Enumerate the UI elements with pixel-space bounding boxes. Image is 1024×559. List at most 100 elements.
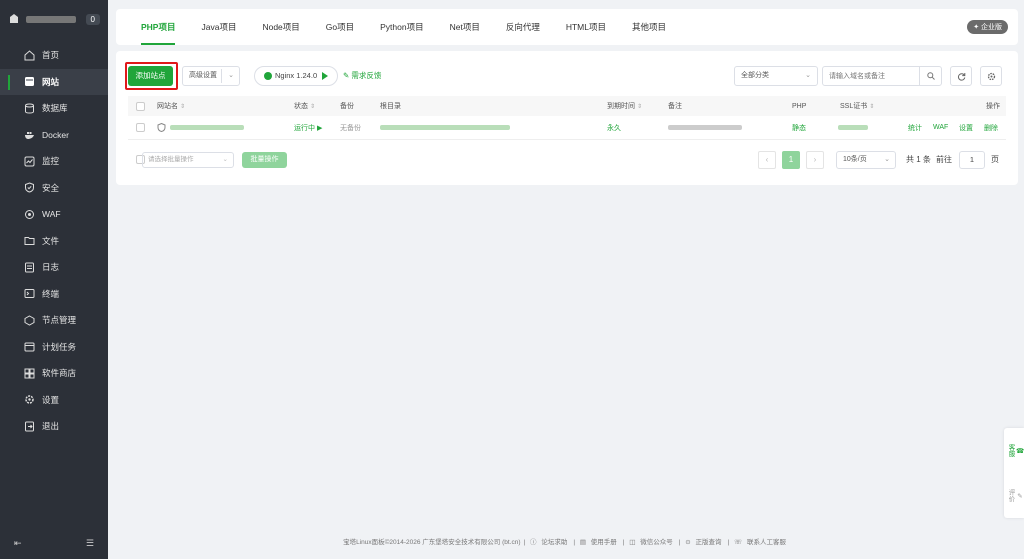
search-icon[interactable] (919, 67, 941, 85)
col-ssl[interactable]: SSL证书 ⇕ (840, 96, 874, 116)
ssl-link[interactable] (838, 116, 868, 139)
sidebar-item-logout[interactable]: 退出 (0, 413, 108, 440)
stats-link[interactable]: 统计 (908, 116, 922, 139)
delete-link[interactable]: 删除 (984, 116, 998, 139)
shield-icon (24, 182, 35, 193)
sidebar-item-security[interactable]: 安全 (0, 175, 108, 202)
tab-python[interactable]: Python项目 (367, 9, 436, 45)
sort-icon: ⇕ (637, 103, 643, 110)
nginx-version: Nginx 1.24.0 (275, 71, 318, 80)
tab-node[interactable]: Node项目 (249, 9, 312, 45)
batch-operation-button[interactable]: 批量操作 (242, 152, 287, 168)
sidebar-item-label: 退出 (42, 421, 60, 432)
sidebar-item-website[interactable]: 网站 (0, 68, 108, 95)
wechat-link-label: 微信公众号 (640, 539, 673, 546)
wechat-link[interactable]: ◫ 微信公众号 (629, 539, 675, 546)
backup-link[interactable]: 无备份 (340, 116, 361, 139)
waf-shield-icon[interactable] (157, 116, 166, 139)
col-status[interactable]: 状态 ⇕ (294, 96, 315, 116)
php-version-link[interactable]: 静态 (792, 116, 806, 139)
expire-link[interactable]: 永久 (607, 116, 621, 139)
search-box (822, 66, 942, 86)
edition-badge[interactable]: ✦ 企业版 (967, 20, 1008, 34)
sidebar-item-nodes[interactable]: 节点管理 (0, 307, 108, 334)
logout-icon (24, 421, 35, 432)
col-root: 根目录 (380, 103, 401, 110)
sidebar-item-logs[interactable]: 日志 (0, 254, 108, 281)
root-dir-link[interactable] (380, 116, 510, 139)
feedback-link[interactable]: ✎ 需求反馈 (343, 66, 381, 86)
feedback-icon: ✎ (343, 71, 350, 80)
site-domain-link[interactable] (170, 116, 244, 139)
sort-icon: ⇕ (869, 103, 875, 110)
gear-icon (987, 72, 995, 80)
select-all-checkbox[interactable] (136, 96, 145, 116)
play-icon (322, 72, 328, 80)
batch-select-placeholder: 请选择批量操作 (148, 156, 194, 163)
license-link[interactable]: ⊙ 正版查询 (685, 539, 724, 546)
remark-field[interactable] (668, 116, 742, 139)
nginx-service-button[interactable]: Nginx 1.24.0 (254, 66, 338, 86)
sidebar-item-monitor[interactable]: 监控 (0, 148, 108, 175)
row-checkbox[interactable] (136, 116, 145, 139)
edit-icon: ✎ (1016, 491, 1023, 500)
tab-java[interactable]: Java项目 (188, 9, 249, 45)
sidebar-item-label: 网站 (42, 76, 60, 87)
sidebar-item-label: 节点管理 (42, 315, 77, 326)
search-input[interactable] (823, 67, 918, 85)
notification-badge[interactable]: 0 (85, 13, 100, 25)
tab-reverse-proxy[interactable]: 反向代理 (493, 9, 553, 45)
goto-label: 前往 (936, 155, 952, 164)
project-tabs: PHP项目 Java项目 Node项目 Go项目 Python项目 Net项目 … (116, 9, 1018, 45)
waf-link[interactable]: WAF (933, 116, 948, 139)
next-page-button[interactable]: › (806, 151, 824, 169)
page-1-button[interactable]: 1 (782, 151, 800, 169)
collapse-left-icon[interactable]: ⇤ (14, 538, 22, 549)
category-value: 全部分类 (741, 72, 769, 79)
forum-link-label: 论坛求助 (541, 539, 568, 546)
username (26, 15, 76, 23)
col-php: PHP (792, 102, 807, 110)
calendar-icon (24, 341, 35, 352)
add-site-button[interactable]: 添加站点 (128, 66, 173, 86)
sidebar-item-store[interactable]: 软件商店 (0, 360, 108, 387)
refresh-button[interactable] (950, 66, 972, 86)
manual-link[interactable]: ▤ 使用手册 (580, 539, 620, 546)
sidebar-item-home[interactable]: 首页 (0, 42, 108, 69)
license-link-label: 正版查询 (695, 539, 722, 546)
manual-link-label: 使用手册 (590, 539, 617, 546)
sidebar-item-label: Docker (42, 129, 69, 140)
sidebar-item-settings[interactable]: 设置 (0, 387, 108, 414)
tab-net[interactable]: Net项目 (437, 9, 493, 45)
forum-link[interactable]: ⓘ 论坛求助 (530, 539, 570, 546)
col-ssl-label: SSL证书 (840, 103, 868, 110)
tab-php[interactable]: PHP项目 (128, 9, 188, 45)
table-header: 网站名 ⇕ 状态 ⇕ 备份 根目录 到期时间 ⇕ 备注 PHP SSL证书 ⇕ 操作 (128, 96, 1006, 116)
status-toggle[interactable]: 运行中 ▶ (294, 116, 322, 139)
sidebar-item-terminal[interactable]: 终端 (0, 281, 108, 308)
customer-service-button[interactable]: ☎ 客服 (1004, 428, 1024, 473)
page-size-select[interactable]: 10条/页 ⌄ (836, 151, 896, 169)
review-button[interactable]: ✎ 评价 (1004, 473, 1024, 518)
prev-page-button[interactable]: ‹ (758, 151, 776, 169)
tab-html[interactable]: HTML项目 (553, 9, 619, 45)
menu-icon[interactable]: ☰ (86, 538, 94, 549)
tab-go[interactable]: Go项目 (313, 9, 367, 45)
tab-other[interactable]: 其他项目 (619, 9, 679, 45)
sidebar-item-files[interactable]: 文件 (0, 228, 108, 255)
settings-link[interactable]: 设置 (959, 116, 973, 139)
category-select[interactable]: 全部分类 ⌄ (734, 66, 818, 86)
col-expire[interactable]: 到期时间 ⇕ (607, 96, 642, 116)
table-settings-button[interactable] (980, 66, 1002, 86)
sidebar-item-cron[interactable]: 计划任务 (0, 334, 108, 361)
sidebar-header: 0 (0, 0, 108, 38)
sidebar-item-waf[interactable]: WAF (0, 201, 108, 228)
sidebar-item-docker[interactable]: Docker (0, 122, 108, 149)
contact-link[interactable]: ☏ 联系人工客服 (734, 539, 789, 546)
sidebar-item-database[interactable]: 数据库 (0, 95, 108, 122)
goto-page-input[interactable]: 1 (959, 151, 985, 169)
advanced-settings-dropdown[interactable]: 高级设置 ⌄ (182, 66, 240, 86)
col-name[interactable]: 网站名 ⇕ (157, 96, 185, 116)
batch-operation-select[interactable]: 请选择批量操作 ⌄ (142, 152, 234, 168)
sidebar-item-label: 文件 (42, 235, 60, 246)
